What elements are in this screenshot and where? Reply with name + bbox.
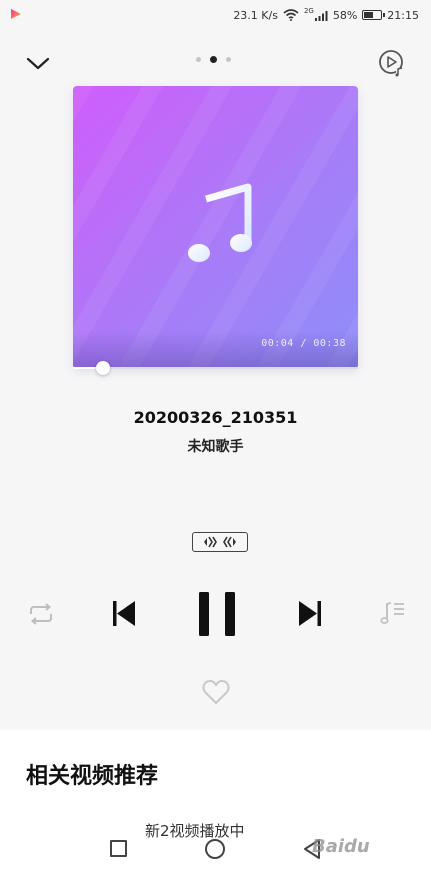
cell-signal-icon <box>314 10 328 21</box>
signal-label: 2G <box>303 7 314 15</box>
total-duration: 00:38 <box>313 338 346 349</box>
page-indicator[interactable] <box>196 56 231 63</box>
home-button[interactable] <box>205 839 225 859</box>
time-display: 00:04 / 00:38 <box>261 338 346 349</box>
page-dot[interactable] <box>196 57 201 62</box>
page-dot[interactable] <box>226 57 231 62</box>
app-logo-icon <box>11 9 21 19</box>
status-bar: 23.1 K/s 2G 58% 21:15 <box>0 0 431 30</box>
section-title: 相关视频推荐 <box>26 764 159 789</box>
heart-icon[interactable] <box>202 679 230 705</box>
artist-name[interactable]: 未知歌手 <box>0 436 431 456</box>
watermark: Baidu <box>312 836 370 857</box>
pause-icon[interactable] <box>198 591 236 637</box>
chevron-down-icon[interactable] <box>26 52 50 74</box>
sound-effect-icon <box>204 536 236 548</box>
battery-percent: 58% <box>332 8 358 22</box>
music-note-icon <box>188 183 252 262</box>
page-dot[interactable] <box>210 56 217 63</box>
playlist-icon[interactable] <box>380 600 406 626</box>
art-overlay <box>73 331 358 369</box>
system-nav-bar: Baidu <box>0 826 431 872</box>
clock: 21:15 <box>387 8 419 22</box>
battery-icon <box>362 10 386 20</box>
next-track-icon[interactable] <box>298 600 322 627</box>
song-title: 20200326_210351 <box>133 408 298 427</box>
status-indicators: 23.1 K/s 2G 58% 21:15 <box>233 7 419 23</box>
recent-apps-button[interactable] <box>110 840 127 857</box>
music-video-icon[interactable] <box>377 48 407 78</box>
repeat-icon[interactable] <box>28 603 54 625</box>
progress-bar[interactable] <box>73 367 358 369</box>
elapsed-time: 00:04 <box>261 338 294 349</box>
album-art[interactable]: 00:04 / 00:38 <box>73 86 358 369</box>
wifi-icon <box>283 9 299 21</box>
progress-thumb[interactable] <box>95 361 110 375</box>
sound-effect-button[interactable] <box>192 532 248 552</box>
previous-track-icon[interactable] <box>112 600 136 627</box>
time-separator: / <box>300 338 307 349</box>
network-speed: 23.1 K/s <box>233 8 278 22</box>
